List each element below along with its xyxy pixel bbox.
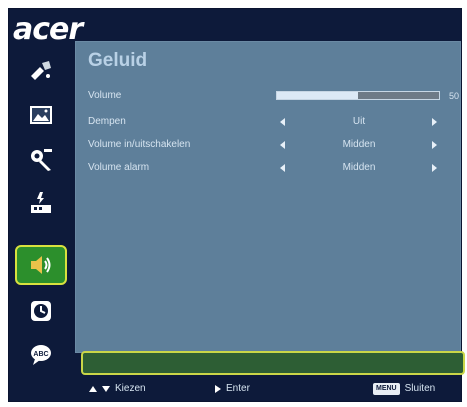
close-hint-label: Sluiten <box>404 383 436 394</box>
volume-row[interactable]: Volume 50 <box>76 87 460 105</box>
audio-settings-panel: Geluid Volume 50 Dempen Uit Volume in/ui… <box>75 41 461 353</box>
arrow-left-icon[interactable] <box>280 164 285 172</box>
sidebar: ABC <box>9 47 75 373</box>
sidebar-item-timer[interactable] <box>15 291 67 331</box>
arrow-left-icon[interactable] <box>280 118 285 126</box>
select-hint: Kiezen <box>89 379 146 399</box>
arrow-up-icon <box>89 386 97 392</box>
alarm-volume-row[interactable]: Volume alarm Midden <box>76 159 460 177</box>
alarm-volume-value: Midden <box>342 162 376 173</box>
mute-value: Uit <box>352 116 366 127</box>
help-bar <box>81 351 465 375</box>
alarm-volume-label: Volume alarm <box>88 162 150 173</box>
color-wand-icon <box>31 61 51 80</box>
footer-hints: Kiezen Enter MENU Sluiten <box>75 379 461 399</box>
sidebar-item-management[interactable] <box>15 183 67 223</box>
close-hint: MENU Sluiten <box>373 379 435 399</box>
volume-slider-fill <box>277 92 358 99</box>
power-volume-row[interactable]: Volume in/uitschakelen Midden <box>76 136 460 154</box>
image-icon <box>30 106 52 124</box>
osd-window: acer ABC Geluid Volume 50 Dempen Uit Vol… <box>8 8 465 402</box>
arrow-right-icon <box>215 385 221 393</box>
settings-gear-icon <box>31 149 52 171</box>
arrow-right-icon[interactable] <box>432 164 437 172</box>
timer-clock-icon <box>31 301 51 321</box>
svg-text:ABC: ABC <box>33 351 48 358</box>
enter-hint-label: Enter <box>226 383 250 394</box>
select-hint-label: Kiezen <box>115 383 146 394</box>
arrow-right-icon[interactable] <box>432 141 437 149</box>
power-volume-value: Midden <box>342 139 376 150</box>
volume-slider[interactable] <box>276 91 440 100</box>
volume-label: Volume <box>88 90 122 101</box>
management-icon <box>31 192 51 213</box>
mute-row[interactable]: Dempen Uit <box>76 113 460 131</box>
arrow-right-icon[interactable] <box>432 118 437 126</box>
power-volume-label: Volume in/uitschakelen <box>88 139 191 150</box>
sidebar-item-audio[interactable] <box>15 245 67 285</box>
sidebar-item-language[interactable]: ABC <box>15 335 67 375</box>
arrow-down-icon <box>102 386 110 392</box>
arrow-left-icon[interactable] <box>280 141 285 149</box>
acer-logo: acer <box>13 12 83 47</box>
audio-speaker-icon <box>31 256 51 274</box>
language-icon: ABC <box>31 345 51 365</box>
mute-label: Dempen <box>88 116 126 127</box>
sidebar-item-color[interactable] <box>15 51 67 91</box>
sidebar-item-image[interactable] <box>15 95 67 135</box>
page-title: Geluid <box>88 50 148 71</box>
menu-key-badge: MENU <box>373 383 400 395</box>
volume-value: 50 <box>449 91 460 101</box>
sidebar-item-settings[interactable] <box>15 139 67 179</box>
enter-hint: Enter <box>215 379 250 399</box>
